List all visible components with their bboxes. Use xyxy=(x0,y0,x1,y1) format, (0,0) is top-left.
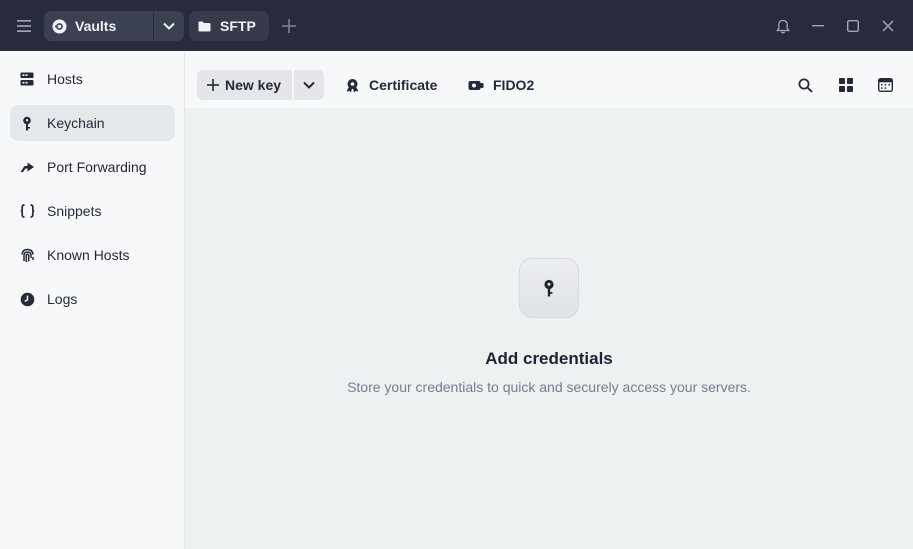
grid-view-icon[interactable] xyxy=(832,71,860,99)
empty-state-key-icon-box xyxy=(519,258,579,318)
fido2-button[interactable]: FIDO2 xyxy=(468,70,534,100)
certificate-label: Certificate xyxy=(369,77,438,93)
braces-icon xyxy=(18,202,36,220)
sidebar-item-port-forwarding[interactable]: Port Forwarding xyxy=(10,149,175,185)
security-key-icon xyxy=(468,80,484,91)
minimize-icon[interactable] xyxy=(804,12,832,40)
sidebar-item-known-hosts[interactable]: Known Hosts xyxy=(10,237,175,273)
chevron-down-icon xyxy=(303,81,315,89)
clock-icon xyxy=(18,290,36,308)
sidebar-item-label: Port Forwarding xyxy=(47,159,147,175)
calendar-icon[interactable] xyxy=(871,71,899,99)
sidebar-item-snippets[interactable]: Snippets xyxy=(10,193,175,229)
sidebar-item-label: Keychain xyxy=(47,115,105,131)
fingerprint-icon xyxy=(18,246,36,264)
close-icon[interactable] xyxy=(874,12,902,40)
sidebar-item-hosts[interactable]: Hosts xyxy=(10,61,175,97)
sidebar: Hosts Keychain Port Forwarding Snippets … xyxy=(0,51,185,549)
vaults-dropdown-button[interactable] xyxy=(154,11,184,41)
new-key-dropdown-button[interactable] xyxy=(294,70,324,100)
bell-icon[interactable] xyxy=(769,12,797,40)
certificate-icon xyxy=(345,78,360,93)
sidebar-item-logs[interactable]: Logs xyxy=(10,281,175,317)
empty-state-title: Add credentials xyxy=(485,349,613,368)
tab-sftp-label: SFTP xyxy=(220,18,256,34)
fido2-label: FIDO2 xyxy=(493,77,535,93)
sidebar-item-keychain[interactable]: Keychain xyxy=(10,105,175,141)
key-icon xyxy=(543,279,555,297)
new-key-label: New key xyxy=(225,77,282,93)
empty-state-subtitle: Store your credentials to quick and secu… xyxy=(347,379,751,395)
sidebar-item-label: Known Hosts xyxy=(47,247,130,263)
menu-icon[interactable] xyxy=(10,12,38,40)
vaults-button[interactable]: Vaults xyxy=(44,11,153,41)
folder-icon xyxy=(198,21,211,32)
plus-icon xyxy=(207,79,219,91)
sidebar-item-label: Hosts xyxy=(47,71,83,87)
chevron-down-icon xyxy=(163,22,175,30)
sidebar-item-label: Logs xyxy=(47,291,78,307)
sidebar-item-label: Snippets xyxy=(47,203,102,219)
vault-icon xyxy=(52,19,67,34)
tab-sftp[interactable]: SFTP xyxy=(189,11,269,41)
port-forwarding-icon xyxy=(18,158,36,176)
new-key-button[interactable]: New key xyxy=(197,70,292,100)
add-tab-icon[interactable] xyxy=(277,13,301,39)
title-bar: Vaults SFTP xyxy=(0,0,913,51)
maximize-icon[interactable] xyxy=(839,12,867,40)
certificate-button[interactable]: Certificate xyxy=(345,70,437,100)
search-icon[interactable] xyxy=(791,71,819,99)
vaults-label: Vaults xyxy=(75,18,117,34)
key-icon xyxy=(18,114,36,132)
hosts-icon xyxy=(18,70,36,88)
toolbar: New key Certificate FIDO2 xyxy=(185,51,913,108)
